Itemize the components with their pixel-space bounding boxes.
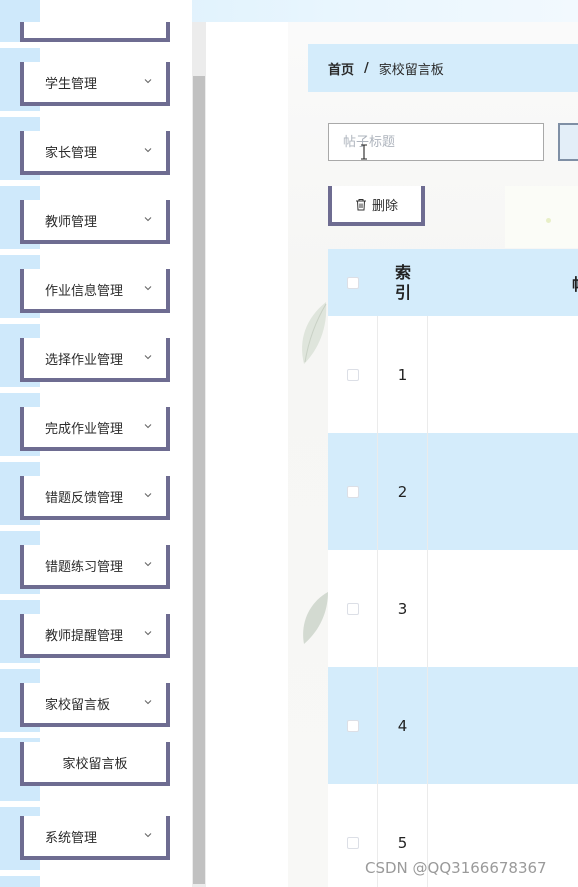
sidebar-item-label: 教师提醒管理 [45, 628, 124, 644]
chevron-down-icon [144, 562, 152, 567]
text-cursor-icon [361, 144, 367, 160]
sidebar-item-label: 教师管理 [45, 214, 98, 230]
search-button[interactable] [558, 123, 578, 161]
sidebar-item-select-homework-management[interactable]: 选择作业管理 [20, 338, 170, 382]
row-checkbox[interactable] [346, 836, 359, 849]
table-row: 3 [328, 550, 578, 667]
sidebar-item-label: 选择作业管理 [45, 352, 124, 368]
row-index: 2 [378, 433, 428, 550]
chevron-down-icon [144, 79, 152, 84]
sidebar-subitem-label: 家校留言板 [62, 756, 128, 772]
sidebar-item-student-management[interactable]: 学生管理 [20, 62, 170, 106]
chevron-down-icon [144, 286, 152, 291]
sidebar-item-label: 家长管理 [45, 145, 98, 161]
row-checkbox[interactable] [346, 719, 359, 732]
chevron-down-icon [144, 355, 152, 360]
sidebar-item-message-board[interactable]: 家校留言板 [20, 683, 170, 727]
row-checkbox[interactable] [346, 368, 359, 381]
sidebar-item-complete-homework-management[interactable]: 完成作业管理 [20, 407, 170, 451]
sidebar-item-homework-info-management[interactable]: 作业信息管理 [20, 269, 170, 313]
breadcrumb-separator: / [364, 60, 369, 76]
chevron-down-icon [144, 424, 152, 429]
sidebar-item-label: 家校留言板 [45, 697, 111, 713]
delete-button[interactable]: 删除 [328, 186, 425, 226]
table-row: 2 [328, 433, 578, 550]
row-title-cell [428, 667, 578, 784]
row-title-cell [428, 433, 578, 550]
trash-icon [355, 198, 366, 210]
toolbar-background [505, 186, 578, 248]
select-all-checkbox[interactable] [347, 276, 359, 289]
chevron-down-icon [144, 493, 152, 498]
sidebar-item-label: 错题反馈管理 [45, 490, 124, 506]
sidebar-item-label: 系统管理 [45, 830, 98, 846]
sidebar-subitem-message-board[interactable]: 家校留言板 [20, 742, 170, 786]
sidebar-item-system-management[interactable]: 系统管理 [20, 816, 170, 860]
sidebar-scrollbar-thumb[interactable] [193, 76, 205, 884]
sidebar-item-error-feedback-management[interactable]: 错题反馈管理 [20, 476, 170, 520]
row-index: 4 [378, 667, 428, 784]
row-title-cell [428, 316, 578, 433]
header-title-cell: 帖 [428, 249, 578, 316]
header-index: 索引 [394, 262, 411, 302]
csdn-watermark: CSDN @QQ3166678367 [365, 859, 547, 877]
chevron-down-icon [144, 148, 152, 153]
row-checkbox[interactable] [346, 485, 359, 498]
decorative-dot [546, 218, 551, 223]
sidebar-item-teacher-reminder-management[interactable]: 教师提醒管理 [20, 614, 170, 658]
sidebar-item-error-practice-management[interactable]: 错题练习管理 [20, 545, 170, 589]
chevron-down-icon [144, 833, 152, 838]
header-title: 帖 [572, 271, 578, 295]
row-checkbox[interactable] [346, 602, 359, 615]
chevron-down-icon [144, 700, 152, 705]
chevron-down-icon [144, 217, 152, 222]
chevron-down-icon [144, 631, 152, 636]
breadcrumb-current: 家校留言板 [378, 62, 444, 78]
header-select-cell [328, 249, 378, 316]
table-row: 4 [328, 667, 578, 784]
message-table: 索引 帖 1 2 3 4 5 [328, 249, 578, 887]
sidebar-item-label: 错题练习管理 [45, 559, 124, 575]
sidebar-item-previous[interactable] [20, 22, 170, 42]
table-header-row: 索引 帖 [328, 249, 578, 316]
sidebar: 学生管理 家长管理 教师管理 作业信息管理 选择作业管理 完成作业管理 错题反馈… [0, 0, 192, 887]
sidebar-item-label: 作业信息管理 [45, 283, 124, 299]
row-index: 3 [378, 550, 428, 667]
delete-button-label: 删除 [371, 198, 398, 214]
table-row: 1 [328, 316, 578, 433]
sidebar-item-label: 学生管理 [45, 76, 98, 92]
breadcrumb-home-link[interactable]: 首页 [328, 59, 354, 78]
row-title-cell [428, 550, 578, 667]
sidebar-item-label: 完成作业管理 [45, 421, 124, 437]
breadcrumb: 首页 / 家校留言板 [308, 44, 578, 92]
sidebar-item-parent-management[interactable]: 家长管理 [20, 131, 170, 175]
row-index: 1 [378, 316, 428, 433]
sidebar-item-teacher-management[interactable]: 教师管理 [20, 200, 170, 244]
